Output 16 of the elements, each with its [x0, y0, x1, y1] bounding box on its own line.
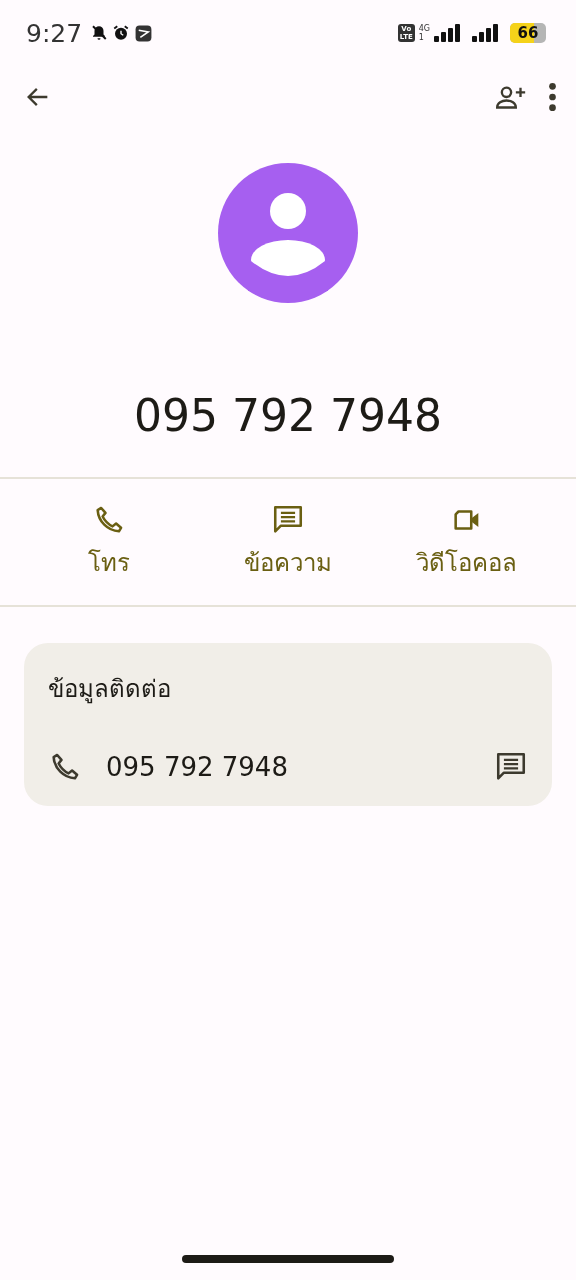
- contact-name: 095 792 7948: [133, 391, 443, 441]
- phone-number[interactable]: 095 792 7948: [106, 752, 288, 782]
- message-action-button[interactable]: ข้อความ: [203, 502, 373, 582]
- call-action-button[interactable]: โทร: [24, 502, 195, 582]
- alarm-icon: [112, 24, 131, 42]
- sim-number: 1: [418, 33, 425, 42]
- status-time: 9:27: [26, 18, 83, 48]
- signal-icon: [434, 23, 462, 43]
- network-type: 4G: [418, 24, 430, 33]
- card-title: ข้อมูลติดต่อ: [48, 674, 172, 706]
- more-options-icon: [549, 83, 556, 111]
- more-options-button[interactable]: [549, 83, 556, 111]
- bell-off-icon: [90, 24, 109, 42]
- app-notification-icon: [134, 23, 154, 43]
- video-action-button[interactable]: วิดีโอคอล: [381, 502, 552, 582]
- signal-icon: [472, 23, 500, 43]
